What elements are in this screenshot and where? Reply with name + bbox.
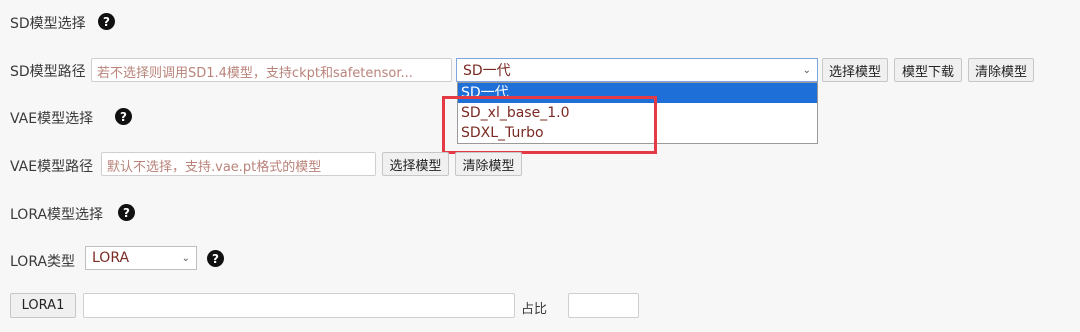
vae-help-icon[interactable]: ? (115, 108, 132, 125)
sd-model-select[interactable]: SD一代 ⌄ (456, 58, 818, 82)
sd-path-label: SD模型路径 (10, 64, 86, 80)
highlight-box (442, 96, 657, 154)
vae-choose-model-button[interactable]: 选择模型 (382, 152, 449, 176)
vae-path-input[interactable]: 默认不选择，支持.vae.pt格式的模型 (101, 152, 376, 176)
sd-help-icon[interactable]: ? (98, 13, 115, 30)
lora1-name-input[interactable] (83, 293, 515, 318)
sd-model-select-value: SD一代 (463, 63, 511, 79)
chevron-down-icon: ⌄ (181, 252, 190, 264)
sd-clear-model-button[interactable]: 清除模型 (968, 58, 1034, 82)
vae-section-title: VAE模型选择 (10, 111, 94, 127)
sd-path-input[interactable]: 若不选择则调用SD1.4模型，支持ckpt和safetensor... (91, 58, 452, 82)
vae-path-label: VAE模型路径 (10, 159, 94, 175)
lora-type-select-value: LORA (92, 250, 130, 266)
sd-download-model-button[interactable]: 模型下载 (894, 58, 962, 82)
vae-clear-model-button[interactable]: 清除模型 (455, 152, 522, 176)
lora1-ratio-label: 占比 (521, 302, 548, 317)
lora1-ratio-input[interactable] (568, 293, 639, 318)
lora-type-label: LORA类型 (10, 254, 76, 270)
sd-section-title: SD模型选择 (10, 16, 86, 32)
lora-type-select[interactable]: LORA ⌄ (85, 246, 197, 270)
chevron-down-icon: ⌄ (802, 64, 811, 76)
lora-help-icon[interactable]: ? (118, 204, 135, 221)
lora-section-title: LORA模型选择 (10, 207, 104, 223)
lora1-button[interactable]: LORA1 (10, 293, 76, 318)
sd-choose-model-button[interactable]: 选择模型 (822, 58, 888, 82)
lora-type-help-icon[interactable]: ? (207, 250, 224, 267)
